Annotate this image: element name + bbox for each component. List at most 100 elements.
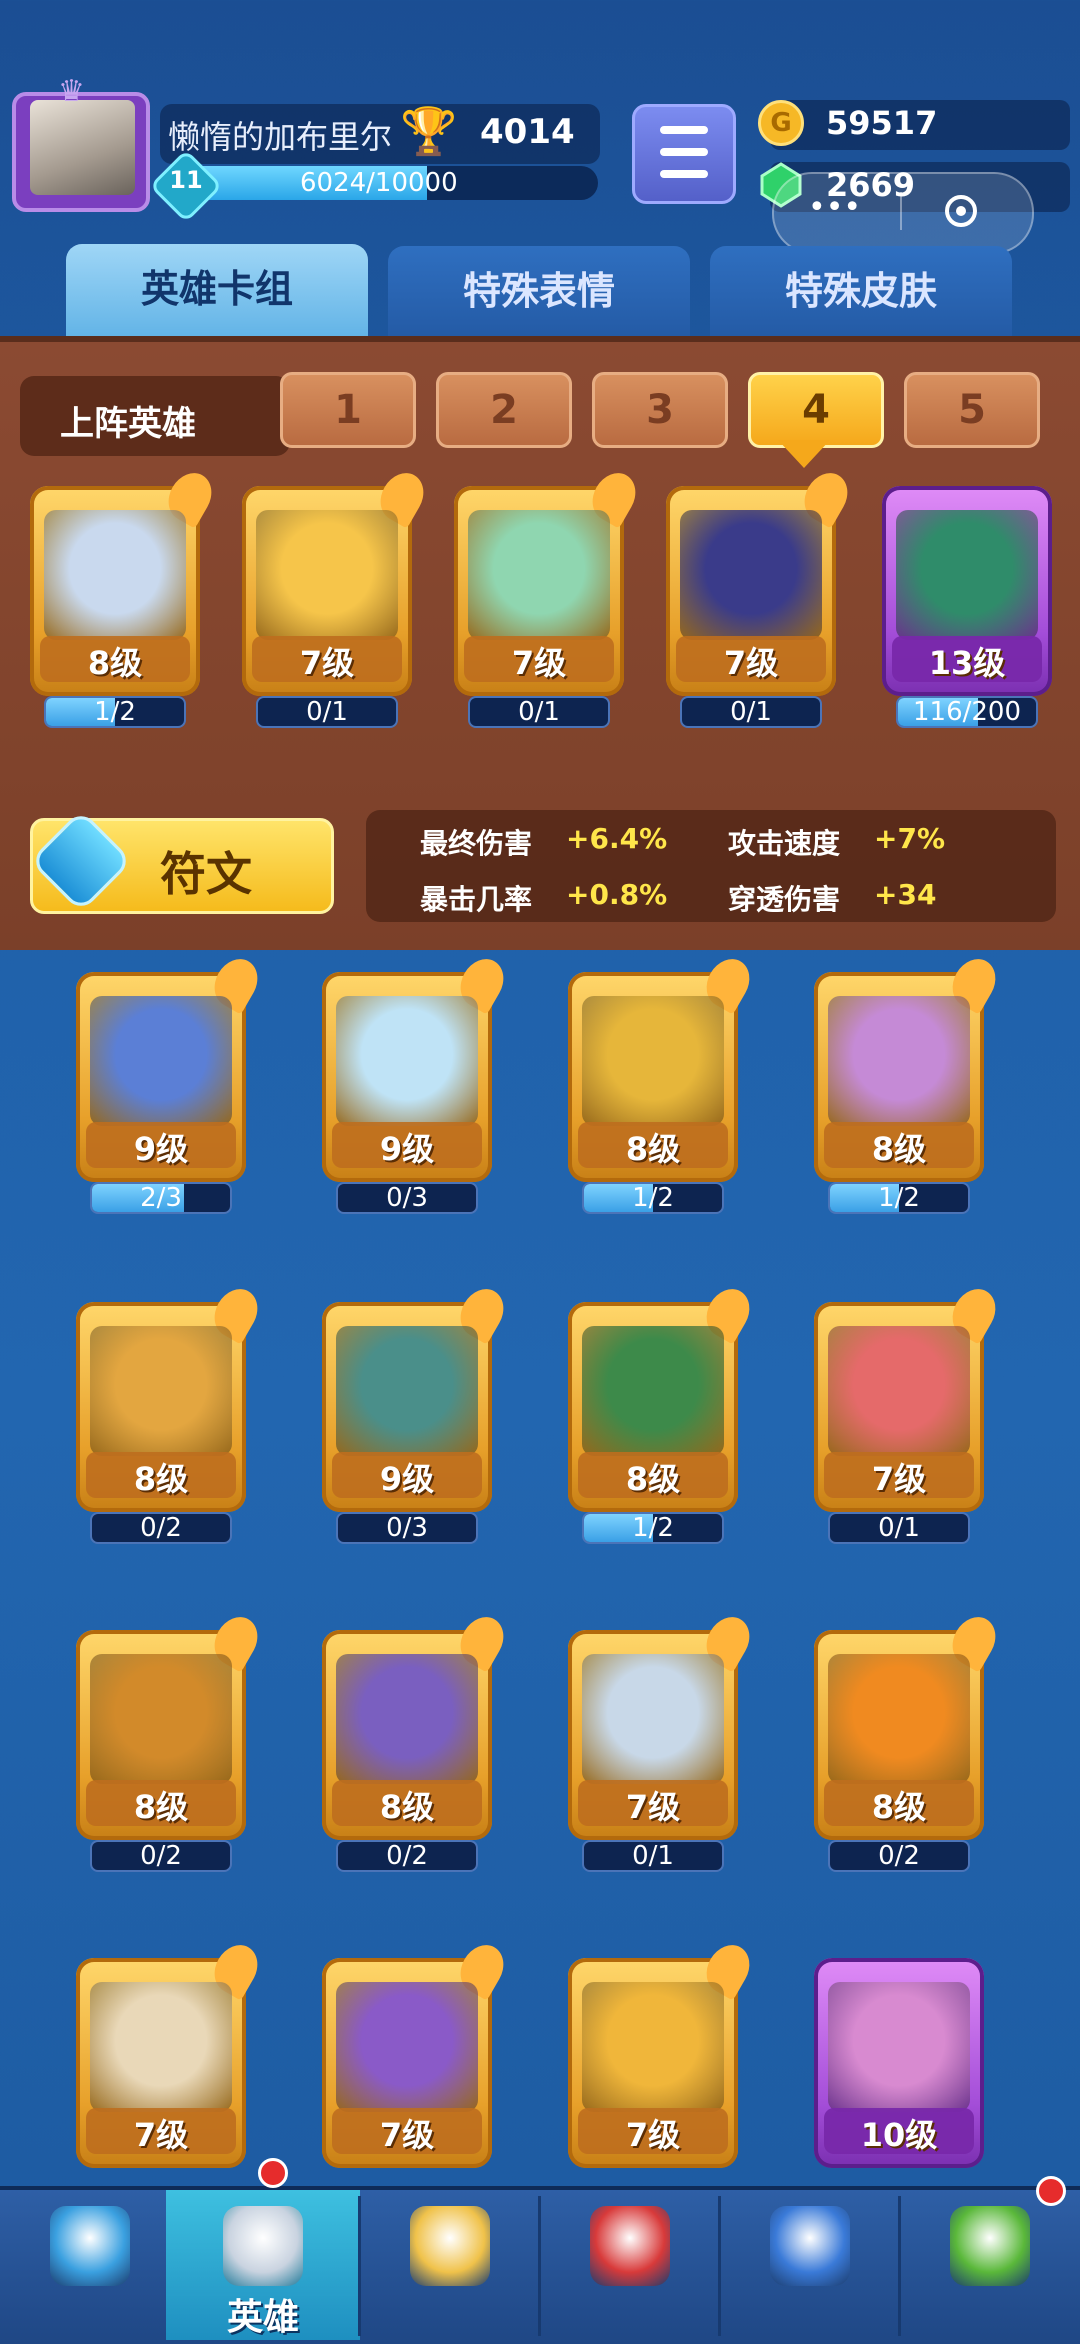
nav-item-team-banner[interactable]	[725, 2190, 895, 2340]
hero-card[interactable]: 10级	[814, 1958, 984, 2188]
hero-portrait	[828, 1982, 970, 2112]
stat-name: 攻击速度	[728, 827, 841, 860]
hero-card-progress: 1/2	[582, 1512, 724, 1544]
rune-label: 符文	[160, 847, 252, 901]
hero-portrait	[90, 1326, 232, 1456]
hero-portrait	[828, 996, 970, 1126]
hero-card-count: 0/3	[386, 1513, 428, 1543]
hero-card-progress: 0/2	[828, 1840, 970, 1872]
nav-item-knight-helmet[interactable]: 英雄	[166, 2190, 360, 2340]
hero-level: 13级	[928, 644, 1006, 682]
hero-portrait	[582, 1982, 724, 2112]
hero-level: 8级	[625, 1460, 681, 1498]
hero-card-count: 0/2	[878, 1841, 920, 1871]
menu-icon	[660, 126, 708, 134]
menu-icon-line	[660, 170, 708, 178]
hero-portrait	[582, 996, 724, 1126]
avatar-crown-icon: ♛	[58, 74, 85, 109]
hero-level: 7级	[625, 1788, 681, 1826]
hero-card[interactable]: 8级 0/2	[322, 1609, 512, 1872]
hero-portrait	[256, 510, 398, 640]
hero-card[interactable]: 9级 2/3	[76, 951, 266, 1214]
hero-card-progress: 0/1	[468, 696, 610, 728]
lineup-hero-card[interactable]: 7级 0/1	[454, 465, 644, 728]
nav-divider	[718, 2196, 721, 2336]
hero-portrait	[90, 996, 232, 1126]
sprout-island-icon	[950, 2206, 1030, 2286]
hero-card-count: 0/1	[632, 1841, 674, 1871]
hero-portrait	[582, 1326, 724, 1456]
hero-card-count: 0/2	[386, 1841, 428, 1871]
tab-special-skins[interactable]: 特殊皮肤	[710, 246, 1012, 336]
tab-hero-deck[interactable]: 英雄卡组	[66, 244, 368, 342]
hero-level: 9级	[379, 1460, 435, 1498]
hero-level: 7级	[625, 2116, 681, 2154]
deck-button-5[interactable]: 5	[904, 372, 1040, 448]
deck-button-3[interactable]: 3	[592, 372, 728, 448]
hero-card-count: 1/2	[632, 1513, 674, 1543]
hero-level: 8级	[87, 644, 143, 682]
hero-card[interactable]: 9级 0/3	[322, 1281, 512, 1544]
hero-card-progress: 1/2	[828, 1182, 970, 1214]
hero-portrait	[336, 1982, 478, 2112]
close-miniprogram-icon[interactable]	[945, 195, 977, 227]
hero-portrait	[680, 510, 822, 640]
hero-card[interactable]: 7级	[76, 1937, 266, 2188]
stat-value: +6.4%	[566, 822, 668, 855]
hero-card-count: 0/1	[518, 697, 560, 727]
more-dots-icon[interactable]: •••	[808, 190, 861, 225]
nav-divider	[538, 2196, 541, 2336]
hero-card[interactable]: 8级 1/2	[814, 951, 1004, 1214]
hero-card[interactable]: 8级 1/2	[568, 1281, 758, 1544]
hero-level: 10级	[860, 2116, 938, 2154]
team-banner-icon	[770, 2206, 850, 2286]
hero-level: 9级	[379, 1130, 435, 1168]
menu-icon-line	[660, 148, 708, 156]
hero-portrait	[336, 996, 478, 1126]
hero-card-count: 0/2	[140, 1841, 182, 1871]
player-avatar[interactable]	[30, 100, 135, 195]
selected-deck-pointer	[778, 440, 830, 468]
hero-card-count: 0/1	[730, 697, 772, 727]
hero-card-count: 0/1	[878, 1513, 920, 1543]
hero-card-count: 116/200	[912, 697, 1021, 727]
hero-card-count: 0/1	[306, 697, 348, 727]
hero-level: 8级	[871, 1130, 927, 1168]
hero-card[interactable]: 9级 0/3	[322, 951, 512, 1214]
hero-portrait	[896, 510, 1038, 640]
hero-card-progress: 0/2	[90, 1512, 232, 1544]
hero-card[interactable]: 7级 0/1	[568, 1609, 758, 1872]
treasure-chest-icon	[50, 2206, 130, 2286]
hero-level: 7级	[871, 1460, 927, 1498]
hero-card[interactable]: 8级 1/2	[568, 951, 758, 1214]
lineup-hero-card[interactable]: 8级 1/2	[30, 465, 220, 728]
hero-card[interactable]: 7级	[322, 1937, 512, 2188]
hero-card[interactable]: 8级 0/2	[76, 1609, 266, 1872]
nav-item-crossed-swords[interactable]	[365, 2190, 535, 2340]
nav-item-crown-shield[interactable]	[545, 2190, 715, 2340]
deck-button-4[interactable]: 4	[748, 372, 884, 448]
hero-level: 9级	[133, 1130, 189, 1168]
hero-card[interactable]: 8级 0/2	[76, 1281, 266, 1544]
deck-button-2[interactable]: 2	[436, 372, 572, 448]
hero-card-progress: 1/2	[582, 1182, 724, 1214]
nav-item-sprout-island[interactable]	[905, 2190, 1075, 2340]
hero-card[interactable]: 8级 0/2	[814, 1609, 1004, 1872]
lineup-hero-card[interactable]: 13级 116/200	[882, 486, 1052, 728]
notification-dot	[258, 2158, 288, 2188]
hero-card[interactable]: 7级 0/1	[814, 1281, 1004, 1544]
hero-portrait	[90, 1654, 232, 1784]
hero-card-progress: 0/2	[336, 1840, 478, 1872]
deck-button-1[interactable]: 1	[280, 372, 416, 448]
hero-card[interactable]: 7级	[568, 1937, 758, 2188]
nav-divider	[358, 2196, 361, 2336]
hero-card-count: 0/2	[140, 1513, 182, 1543]
hero-level: 7级	[723, 644, 779, 682]
lineup-hero-card[interactable]: 7级 0/1	[666, 465, 856, 728]
hero-portrait	[828, 1654, 970, 1784]
hero-card-count: 0/3	[386, 1183, 428, 1213]
lineup-hero-card[interactable]: 7级 0/1	[242, 465, 432, 728]
nav-item-treasure-chest[interactable]	[5, 2190, 175, 2340]
tab-special-emotes[interactable]: 特殊表情	[388, 246, 690, 336]
stat-value: +7%	[874, 822, 945, 855]
